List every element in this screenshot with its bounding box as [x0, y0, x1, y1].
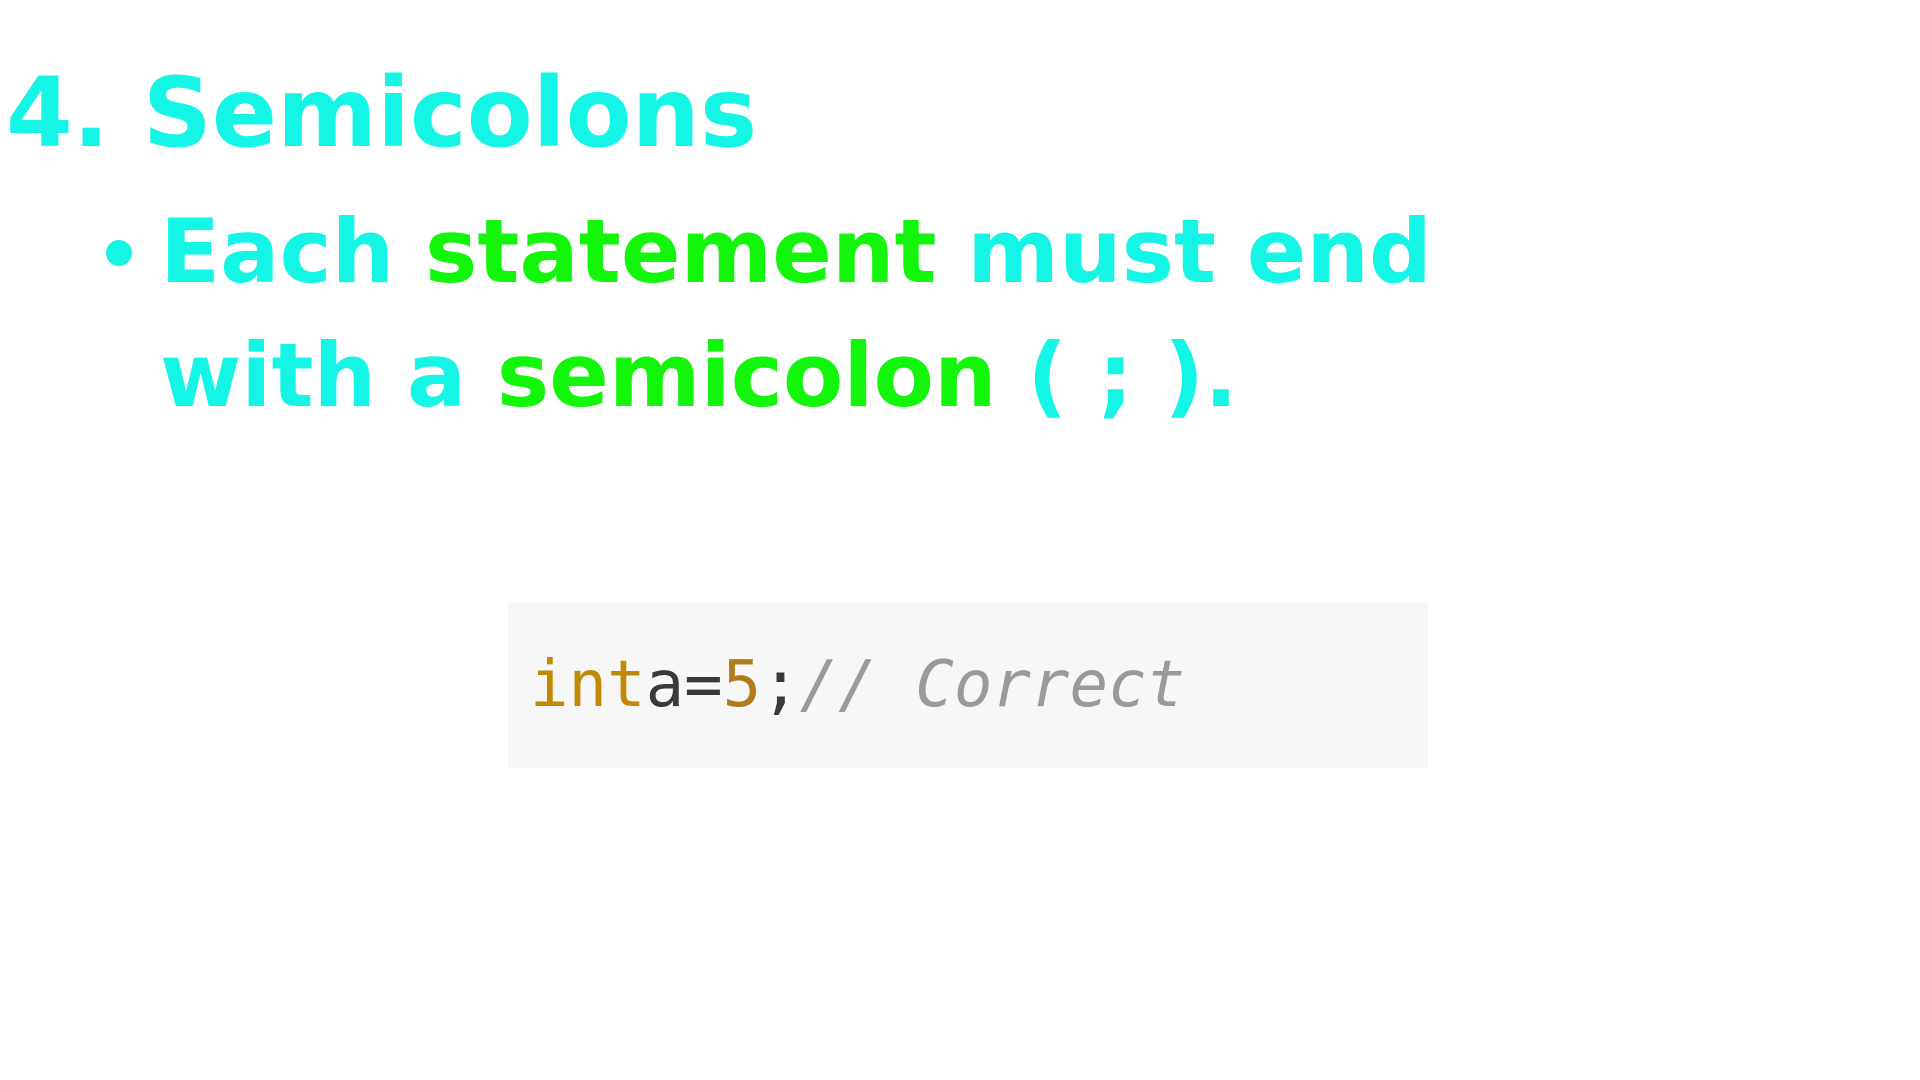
code-terminator: ; — [761, 648, 800, 722]
code-comment: // Correct — [799, 648, 1186, 722]
bullet-highlight-semicolon: semicolon — [496, 324, 997, 427]
bullet-text-part1: Each — [160, 200, 425, 303]
bullet-dot-icon — [106, 240, 132, 266]
code-operator: = — [684, 648, 723, 722]
code-number: 5 — [722, 648, 762, 722]
bullet-text: Each statement must end with a semicolon… — [96, 190, 1656, 438]
slide-heading: 4. Semicolons — [6, 57, 758, 169]
code-snippet: int a = 5; // Correct — [508, 602, 1428, 768]
code-keyword: int — [530, 648, 646, 722]
code-identifier: a — [645, 648, 685, 722]
bullet-text-part5: ( ; ). — [996, 324, 1238, 427]
bullet-highlight-statement: statement — [424, 200, 937, 303]
slide: 4. Semicolons Each statement must end wi… — [0, 0, 1920, 1080]
bullet-item: Each statement must end with a semicolon… — [96, 190, 1656, 438]
